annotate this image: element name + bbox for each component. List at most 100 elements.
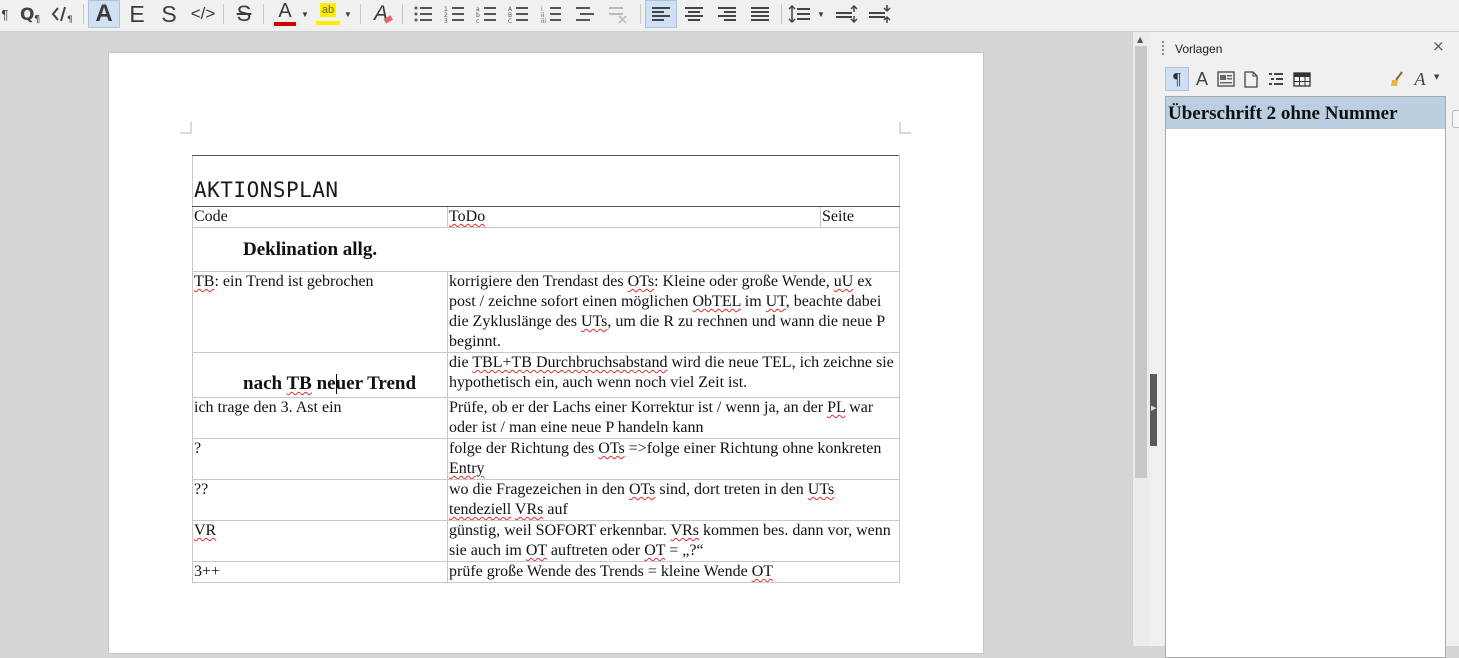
heading-deklination[interactable]: Deklination allg. [191,227,901,272]
emphasis-style-button[interactable]: A [88,0,120,28]
row5-text-8: VRs [514,501,544,518]
table-row: 3++ prüfe große Wende des Trends = klein… [192,561,901,583]
row6-todo[interactable]: günstig, weil SOFORT erkennbar. VRs komm… [446,520,901,562]
unordered-list-icon[interactable] [408,0,438,28]
row5-text-6: tendeziell [449,501,512,518]
row1-code-abbr: TB [194,273,215,290]
sidebar-collapse-handle[interactable]: ▶ [1150,374,1157,446]
row4-todo[interactable]: folge der Richtung des OTs =>folge einer… [446,438,901,480]
header-todo[interactable]: ToDo [447,206,821,228]
svg-text:3: 3 [444,18,448,24]
text-cursor [336,374,337,394]
row6-code[interactable]: VR [192,520,448,562]
header-page[interactable]: Seite [819,206,901,228]
row6-text-4: OT [525,542,547,559]
table-row: ich trage den 3. Ast ein Prüfe, ob er de… [192,397,901,439]
list-item-selected[interactable]: Überschrift 2 ohne Nummer [1166,97,1445,129]
row5-code[interactable]: ?? [192,479,448,521]
upper-alpha-list-icon[interactable]: ABC [504,0,534,28]
text-boundary-corner [180,122,192,134]
chevron-down-icon[interactable]: ▼ [816,0,826,28]
row6-text-7: = „?“ [665,542,704,559]
toolbar-separator [360,4,361,24]
close-icon[interactable]: × [1432,37,1445,55]
row6-text-2: VRs [670,522,700,539]
row3-todo[interactable]: Prüfe, ob er der Lachs einer Korrektur i… [446,397,901,439]
styles-list[interactable]: Überschrift 2 ohne Nummer [1165,96,1446,658]
strong-emphasis-style-button[interactable]: E [122,0,152,28]
source-code-button[interactable]: </> [187,0,219,28]
list-styles-icon[interactable] [1265,67,1287,91]
row1-text-2: OTs [627,273,655,290]
strikethrough-button[interactable]: S [229,0,259,28]
row1-text-6: ObTEL [692,293,741,310]
align-justify-button[interactable] [745,0,775,28]
paragraph-styles-icon[interactable]: ¶ [1165,67,1189,91]
svg-text:¶: ¶ [67,15,73,24]
row5-text-1: wo die Fragezeichen in den [449,481,629,498]
quote-icon[interactable]: Q ¶ [16,0,46,28]
row6-code-text: VR [194,522,217,539]
row7-todo[interactable]: prüfe große Wende des Trends = kleine We… [446,561,901,583]
sidebar-splitter[interactable] [1150,32,1158,646]
source-text-icon[interactable]: ¶ [48,0,78,28]
row1-text-7: im [740,293,766,310]
increase-paragraph-spacing-icon[interactable] [832,0,860,28]
highlight-color-button[interactable]: ab [313,0,343,28]
clear-formatting-button[interactable]: A [366,0,396,28]
decrease-paragraph-spacing-icon[interactable] [865,0,893,28]
row1-code[interactable]: TB: ein Trend ist gebrochen [192,271,448,353]
align-left-button[interactable] [645,0,677,28]
row3-code[interactable]: ich trage den 3. Ast ein [192,397,448,439]
line-spacing-icon[interactable] [786,0,814,28]
svg-text:C: C [508,18,512,24]
row2-heading[interactable]: nach TB neuer Trend [192,352,448,398]
row1-code-text: : ein Trend ist gebrochen [214,273,374,290]
toolbar-separator [223,4,224,24]
strong-style-button[interactable]: S [154,0,184,28]
table-row: VR günstig, weil SOFORT erkennbar. VRs k… [192,520,901,562]
chevron-down-icon[interactable]: ▼ [1434,73,1439,81]
pilcrow-icon[interactable]: ¶ [0,0,10,28]
row4-code[interactable]: ? [192,438,448,480]
row2-heading-2: TB [286,373,312,394]
toolbar-separator [402,4,403,24]
page-styles-icon[interactable] [1240,67,1262,91]
font-color-button[interactable]: A [270,0,300,28]
header-code[interactable]: Code [192,206,448,228]
row2-text-1: die [449,354,473,371]
highlight-swatch [316,21,340,25]
row5-text-9: auf [543,501,568,518]
chevron-down-icon[interactable]: ▼ [343,0,353,28]
table-styles-icon[interactable] [1290,67,1314,91]
eraser-icon [383,15,393,24]
title-cell[interactable]: AKTIONSPLAN [191,155,901,207]
toolbar-separator [781,4,782,24]
no-list-icon[interactable] [603,0,633,28]
row5-todo[interactable]: wo die Fragezeichen in den OTs sind, dor… [446,479,901,521]
alpha-list-icon[interactable]: abc [472,0,502,28]
roman-list-icon[interactable]: i ii iii [537,0,567,28]
ordered-list-icon[interactable]: 123 [440,0,470,28]
text-boundary-corner [899,122,911,134]
chevron-down-icon[interactable]: ▼ [300,0,310,28]
toolbar-separator [640,4,641,24]
row2-todo[interactable]: die TBL+TB Durchbruchsabstand wird die n… [446,352,901,398]
outline-list-icon[interactable] [570,0,600,28]
row4-text-3: =>folge einer Richtung ohne konkreten [624,440,882,457]
new-style-icon[interactable]: A [1409,67,1431,91]
sidebar-tab-handle[interactable] [1452,110,1459,128]
table-row-title: AKTIONSPLAN [191,155,901,207]
grip-icon[interactable] [1162,41,1166,55]
scrollbar-thumb[interactable] [1135,46,1147,478]
row1-text-4: uU [833,273,854,290]
fill-format-icon[interactable] [1386,67,1408,91]
row6-text-5: auftreten oder [546,542,645,559]
scroll-up-icon[interactable]: ▲ [1137,35,1143,44]
align-center-button[interactable] [679,0,709,28]
row7-code[interactable]: 3++ [192,561,448,583]
character-styles-icon[interactable]: A [1191,67,1213,91]
align-right-button[interactable] [712,0,742,28]
frame-styles-icon[interactable] [1215,67,1237,91]
row1-todo[interactable]: korrigiere den Trendast des OTs: Kleine … [446,271,901,353]
